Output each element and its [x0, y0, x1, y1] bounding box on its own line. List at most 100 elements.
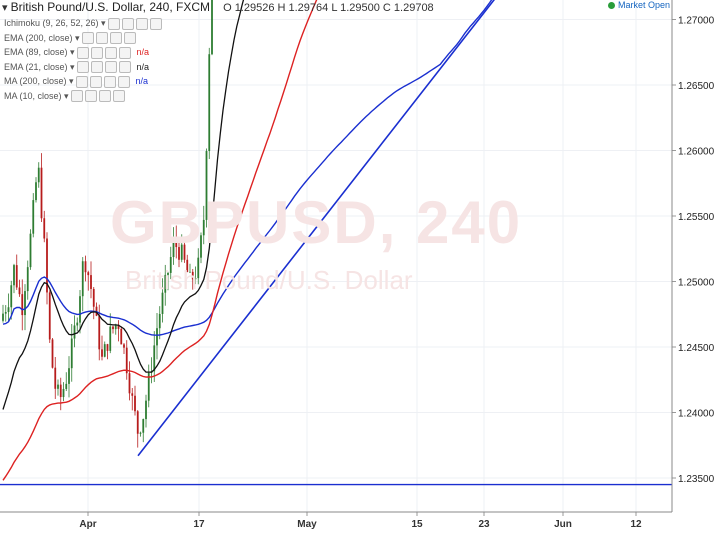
candle-body: [57, 384, 59, 389]
y-tick-label: 1.26500: [678, 81, 715, 92]
y-tick-label: 1.23500: [678, 474, 715, 485]
indicator-label[interactable]: MA (10, close) ▾: [4, 91, 69, 101]
indicator-value: n/a: [136, 47, 150, 57]
candle-body: [24, 291, 26, 316]
eye-icon[interactable]: [107, 17, 120, 30]
candle-body: [101, 349, 103, 357]
more-icon[interactable]: [112, 90, 125, 103]
indicator-row[interactable]: MA (10, close) ▾: [4, 89, 125, 103]
candle-body: [134, 395, 136, 412]
candle-body: [62, 388, 65, 398]
indicator-row[interactable]: EMA (21, close) ▾ n/a: [4, 60, 149, 74]
symbol-title[interactable]: British Pound/U.S. Dollar, 240, FXCM: [11, 0, 210, 14]
watermark-symbol: GBPUSD, 240: [110, 189, 523, 256]
candle-body: [84, 261, 87, 273]
eye-icon[interactable]: [75, 75, 88, 88]
settings-icon[interactable]: [90, 46, 103, 59]
close-icon[interactable]: [98, 90, 111, 103]
settings-icon[interactable]: [90, 61, 103, 74]
candle-body: [21, 294, 24, 316]
candle-body: [26, 267, 29, 292]
candle-body: [35, 182, 37, 201]
x-tick-label: 23: [478, 519, 490, 530]
status-dot-icon: [608, 2, 615, 10]
close-icon[interactable]: [104, 46, 117, 59]
candle-body: [125, 347, 128, 374]
close-icon[interactable]: [104, 61, 117, 74]
close-icon[interactable]: [135, 17, 148, 30]
x-tick-label: Apr: [79, 519, 96, 530]
candle-body: [76, 322, 79, 326]
candle-body: [15, 265, 18, 288]
candle-body: [139, 432, 142, 434]
y-tick-label: 1.26000: [678, 147, 715, 158]
close-icon[interactable]: [103, 75, 116, 88]
y-tick-label: 1.27000: [678, 16, 715, 27]
candle-body: [59, 384, 62, 398]
candle-body: [10, 285, 13, 308]
candle-body: [40, 167, 43, 219]
candle-body: [4, 312, 7, 314]
eye-icon[interactable]: [81, 32, 94, 45]
more-icon[interactable]: [117, 75, 130, 88]
indicator-value: n/a: [135, 76, 149, 86]
indicator-label[interactable]: EMA (89, close) ▾: [4, 47, 75, 57]
indicator-label[interactable]: Ichimoku (9, 26, 52, 26) ▾: [4, 18, 106, 28]
indicator-label[interactable]: EMA (21, close) ▾: [4, 62, 75, 72]
x-tick-label: May: [297, 519, 317, 530]
candle-body: [136, 411, 139, 434]
candle-body: [153, 345, 156, 372]
settings-icon[interactable]: [121, 17, 134, 30]
watermark-name: British Pound/U.S. Dollar: [125, 265, 413, 295]
indicator-label[interactable]: EMA (200, close) ▾: [4, 33, 80, 43]
candle-body: [51, 339, 54, 368]
candle-body: [79, 296, 81, 323]
candle-body: [156, 328, 158, 346]
candle-body: [123, 344, 125, 348]
candle-body: [73, 325, 76, 339]
x-tick-label: 12: [630, 519, 642, 530]
indicator-row[interactable]: Ichimoku (9, 26, 52, 26) ▾: [4, 16, 162, 30]
candle-body: [90, 275, 92, 289]
chart-header: ▾ British Pound/U.S. Dollar, 240, FXCM O…: [2, 0, 434, 14]
candle-body: [87, 272, 90, 276]
candle-body: [112, 326, 114, 330]
more-icon[interactable]: [149, 17, 162, 30]
indicator-value: n/a: [136, 61, 150, 72]
y-tick-label: 1.24500: [678, 343, 715, 354]
candle-body: [98, 315, 101, 350]
eye-icon[interactable]: [70, 90, 83, 103]
candle-body: [65, 383, 68, 389]
candle-body: [54, 367, 57, 389]
settings-icon[interactable]: [89, 75, 102, 88]
more-icon[interactable]: [123, 32, 136, 45]
close-icon[interactable]: [109, 32, 122, 45]
candle-body: [145, 400, 147, 420]
more-icon[interactable]: [118, 46, 131, 59]
collapse-icon[interactable]: ▾: [2, 2, 8, 14]
candle-body: [208, 54, 211, 152]
ohlc-readout: O 1.29526 H 1.29764 L 1.29500 C 1.29708: [223, 2, 434, 14]
candle-body: [13, 265, 15, 286]
indicator-row[interactable]: MA (200, close) ▾ n/a: [4, 74, 148, 88]
eye-icon[interactable]: [76, 46, 89, 59]
candle-body: [109, 326, 112, 351]
market-status-label: Market Open: [618, 0, 671, 10]
candle-body: [68, 368, 70, 384]
candle-body: [158, 313, 161, 329]
market-status: Market Open: [608, 0, 670, 10]
settings-icon[interactable]: [84, 90, 97, 103]
candle-body: [48, 292, 51, 340]
indicator-row[interactable]: EMA (200, close) ▾: [4, 31, 136, 45]
indicator-label[interactable]: MA (200, close) ▾: [4, 76, 74, 86]
settings-icon[interactable]: [95, 32, 108, 45]
y-tick-label: 1.25500: [678, 212, 715, 223]
candle-body: [18, 287, 21, 295]
eye-icon[interactable]: [76, 61, 89, 74]
indicator-row[interactable]: EMA (89, close) ▾ n/a: [4, 45, 149, 59]
candle-body: [92, 288, 95, 307]
more-icon[interactable]: [118, 61, 131, 74]
candle-body: [106, 344, 109, 351]
candle-body: [128, 373, 131, 394]
candle-body: [103, 344, 106, 357]
